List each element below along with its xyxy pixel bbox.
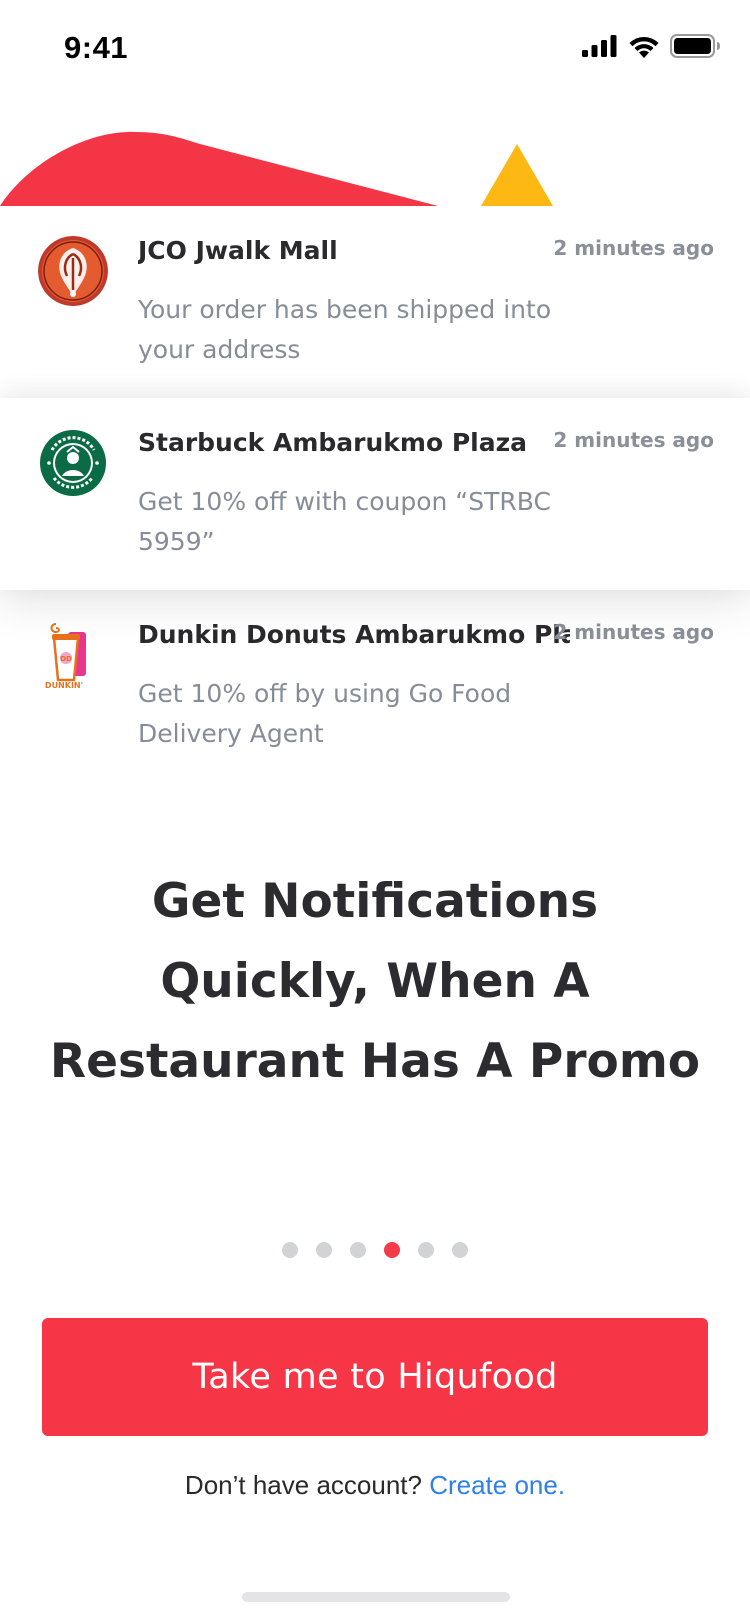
status-bar: 9:41	[0, 0, 750, 96]
page-indicator[interactable]	[0, 1242, 750, 1258]
red-wave-shape	[0, 131, 438, 206]
yellow-triangle-shape	[481, 144, 553, 206]
create-account-link[interactable]: Create one.	[429, 1470, 565, 1500]
notification-body: Your order has been shipped into your ad…	[138, 295, 552, 364]
wifi-icon	[629, 36, 659, 58]
signup-prompt-text: Don’t have account?	[184, 1470, 422, 1500]
notification-body: Get 10% off with coupon “STRBC 5959”	[138, 487, 551, 556]
page-dot[interactable]	[282, 1242, 298, 1258]
page-dot[interactable]	[316, 1242, 332, 1258]
signal-icon	[582, 35, 617, 57]
dunkin-logo-icon: DD DUNKIN'	[38, 620, 108, 690]
take-me-to-hiqufood-button[interactable]: Take me to Hiqufood	[42, 1318, 708, 1436]
notification-body: Get 10% off by using Go Food Delivery Ag…	[138, 679, 512, 748]
notification-time: 2 minutes ago	[553, 236, 714, 260]
notification-title: Dunkin Donuts Ambarukmo Plaza	[138, 620, 570, 649]
starbucks-logo-icon	[38, 428, 108, 498]
onboarding-headline: Get Notifications Quickly, When A Restau…	[49, 874, 701, 1089]
notification-item[interactable]: Starbuck Ambarukmo Plaza 2 minutes ago G…	[0, 398, 750, 590]
status-time: 9:41	[64, 30, 129, 65]
home-indicator	[242, 1592, 510, 1602]
status-icons	[582, 34, 720, 58]
page-dot[interactable]	[384, 1242, 400, 1258]
page-dot[interactable]	[452, 1242, 468, 1258]
page-dot[interactable]	[418, 1242, 434, 1258]
notification-time: 2 minutes ago	[553, 620, 714, 644]
notification-item[interactable]: JCO Jwalk Mall 2 minutes ago Your order …	[0, 206, 750, 398]
signup-prompt: Don’t have account? Create one.	[0, 1470, 750, 1501]
svg-text:DD: DD	[60, 655, 72, 663]
notification-title: JCO Jwalk Mall	[138, 236, 338, 265]
page-dot[interactable]	[350, 1242, 366, 1258]
jco-logo-icon	[38, 236, 108, 306]
decorative-shapes	[0, 131, 553, 206]
notification-title: Starbuck Ambarukmo Plaza	[138, 428, 528, 457]
svg-text:DUNKIN': DUNKIN'	[45, 681, 83, 690]
battery-icon	[670, 34, 720, 58]
notification-item[interactable]: DD DUNKIN' Dunkin Donuts Ambarukmo Plaza…	[0, 590, 750, 782]
notification-time: 2 minutes ago	[553, 428, 714, 452]
